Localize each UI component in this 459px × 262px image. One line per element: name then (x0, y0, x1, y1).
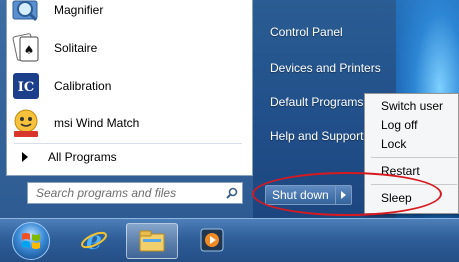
program-item-calibration[interactable]: IC Calibration (10, 68, 245, 104)
windows-orb-icon[interactable] (12, 222, 50, 260)
program-label: msi Wind Match (54, 116, 140, 130)
search-box[interactable] (27, 182, 243, 204)
all-programs-button[interactable]: All Programs (22, 150, 117, 164)
triangle-right-icon (22, 152, 28, 162)
all-programs-label: All Programs (48, 150, 117, 164)
solitaire-icon: ♠ (10, 32, 42, 64)
control-panel-link[interactable]: Control Panel (270, 25, 343, 39)
svg-text:e: e (86, 226, 103, 255)
svg-text:IC: IC (18, 80, 34, 95)
internet-explorer-icon: e (79, 225, 109, 258)
menu-item-log-off[interactable]: Log off (381, 118, 417, 132)
menu-item-lock[interactable]: Lock (381, 137, 406, 151)
taskbar-media-player[interactable] (186, 223, 238, 259)
magnifier-icon (10, 0, 42, 26)
program-item-solitaire[interactable]: ♠ Solitaire (10, 30, 245, 66)
menu-divider (371, 157, 457, 158)
program-label: Calibration (54, 79, 112, 93)
media-player-icon (199, 227, 225, 256)
program-label: Solitaire (54, 41, 98, 55)
program-item-magnifier[interactable]: Magnifier (10, 0, 245, 28)
menu-item-switch-user[interactable]: Switch user (381, 99, 443, 113)
svg-text:♠: ♠ (24, 43, 35, 57)
programs-divider (14, 143, 242, 144)
taskbar-windows-explorer[interactable] (126, 223, 178, 259)
annotation-highlight-ellipse (252, 172, 442, 216)
devices-and-printers-link[interactable]: Devices and Printers (270, 61, 381, 75)
msi-wind-match-icon (10, 107, 42, 139)
windows-explorer-icon (137, 227, 167, 256)
search-icon[interactable] (222, 187, 242, 199)
program-item-msi-wind-match[interactable]: msi Wind Match (10, 105, 245, 141)
default-programs-link[interactable]: Default Programs (270, 95, 363, 109)
search-input[interactable] (36, 186, 222, 200)
help-and-support-link[interactable]: Help and Support (270, 129, 363, 143)
taskbar: e (0, 218, 459, 262)
taskbar-internet-explorer[interactable]: e (68, 223, 120, 259)
program-label: Magnifier (54, 3, 104, 17)
calibration-icon: IC (10, 70, 42, 102)
